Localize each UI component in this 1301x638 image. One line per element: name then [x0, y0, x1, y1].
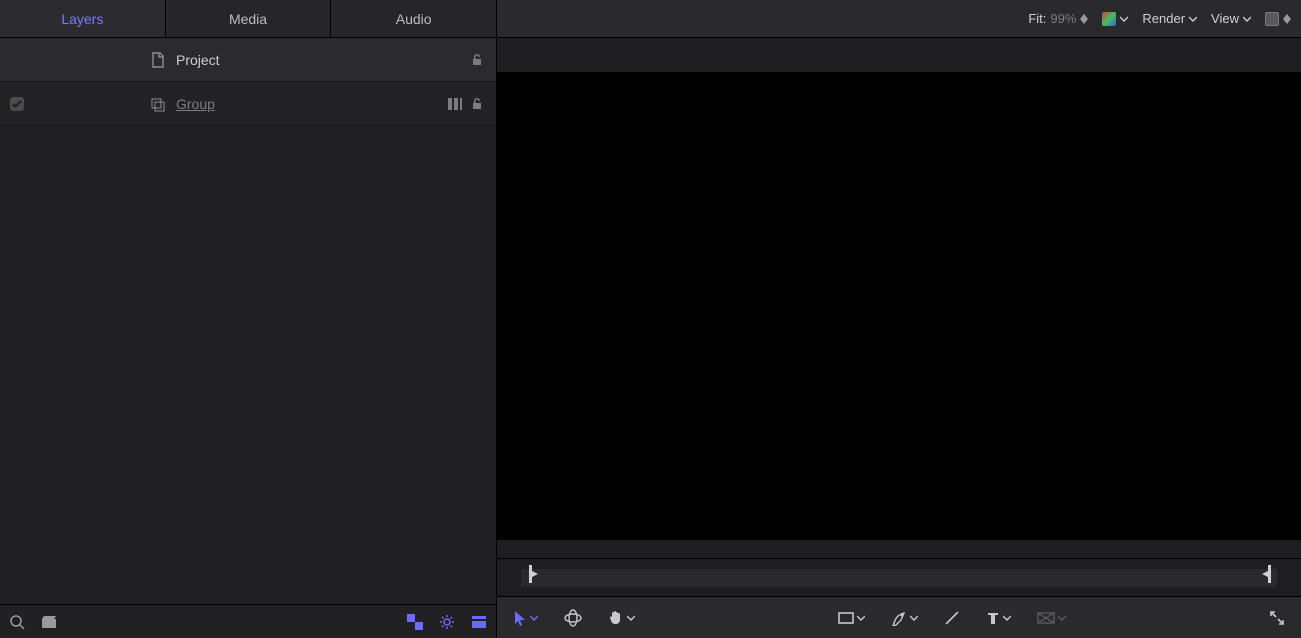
- tab-layers[interactable]: Layers: [0, 0, 166, 37]
- lock-icon[interactable]: [470, 53, 484, 67]
- mask-tool[interactable]: [1037, 612, 1066, 624]
- brush-tool[interactable]: [944, 610, 960, 626]
- chevron-down-icon: [910, 614, 918, 622]
- chevron-down-icon: [857, 614, 865, 622]
- chevron-down-icon: [1120, 15, 1128, 23]
- chevron-down-icon: [1243, 15, 1251, 23]
- render-menu[interactable]: Render: [1142, 11, 1197, 26]
- left-footer: [0, 604, 496, 638]
- chevron-down-icon: [627, 614, 635, 622]
- stepper-icon: [1283, 14, 1291, 24]
- chevron-down-icon: [530, 614, 538, 622]
- render-label: Render: [1142, 11, 1185, 26]
- in-marker-icon[interactable]: [527, 565, 539, 583]
- chevron-down-icon: [1189, 15, 1197, 23]
- right-panel: Fit: 99% Render View: [497, 0, 1301, 638]
- row-project[interactable]: Project: [0, 38, 496, 82]
- pan-tool[interactable]: [608, 610, 635, 626]
- chevron-down-icon: [1058, 614, 1066, 622]
- canvas-area[interactable]: [497, 38, 1301, 558]
- stepper-icon: [1080, 14, 1088, 24]
- select-tool[interactable]: [513, 610, 538, 626]
- timeline-track[interactable]: [521, 569, 1277, 587]
- canvas[interactable]: [497, 72, 1301, 540]
- layout-swatch-icon: [1265, 12, 1279, 26]
- stack-icon[interactable]: [470, 613, 488, 631]
- view-label: View: [1211, 11, 1239, 26]
- orbit-tool[interactable]: [564, 609, 582, 627]
- clapper-icon[interactable]: [40, 613, 58, 631]
- search-icon[interactable]: [8, 613, 26, 631]
- lock-icon[interactable]: [470, 97, 484, 111]
- pen-tool[interactable]: [891, 610, 918, 626]
- group-label: Group: [176, 96, 215, 112]
- left-panel: Layers Media Audio Project: [0, 0, 497, 638]
- fit-value: 99%: [1050, 11, 1076, 26]
- project-label: Project: [176, 52, 220, 68]
- fit-control[interactable]: Fit: 99%: [1028, 11, 1088, 26]
- view-menu[interactable]: View: [1211, 11, 1251, 26]
- out-marker-icon[interactable]: [1261, 565, 1273, 583]
- canvas-toolbar: [497, 596, 1301, 638]
- fit-label: Fit:: [1028, 11, 1046, 26]
- layout-menu[interactable]: [1265, 12, 1291, 26]
- stack-icon[interactable]: [448, 98, 464, 110]
- row-group[interactable]: Group: [0, 82, 496, 126]
- mini-timeline[interactable]: [497, 558, 1301, 596]
- tab-audio[interactable]: Audio: [331, 0, 496, 37]
- rgb-swatch-icon: [1102, 12, 1116, 26]
- tab-media[interactable]: Media: [166, 0, 332, 37]
- gear-icon[interactable]: [438, 613, 456, 631]
- visibility-checkbox[interactable]: [10, 97, 24, 111]
- chevron-down-icon: [1003, 614, 1011, 622]
- layer-list: Project Group: [0, 38, 496, 604]
- panel-tabs: Layers Media Audio: [0, 0, 496, 38]
- file-icon: [150, 52, 166, 68]
- group-icon: [150, 96, 166, 112]
- canvas-header: Fit: 99% Render View: [497, 0, 1301, 38]
- color-channels-menu[interactable]: [1102, 12, 1128, 26]
- rectangle-tool[interactable]: [838, 612, 865, 624]
- expand-icon[interactable]: [1269, 610, 1285, 626]
- checker-icon[interactable]: [406, 613, 424, 631]
- text-tool[interactable]: [986, 611, 1011, 625]
